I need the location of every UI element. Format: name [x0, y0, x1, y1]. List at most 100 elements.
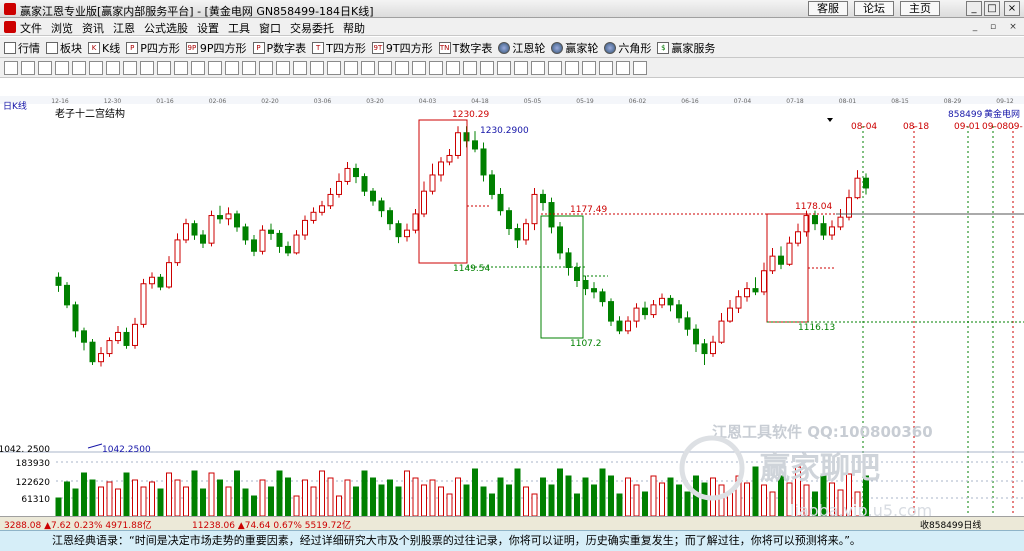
drawing-tool-button[interactable] [174, 61, 188, 75]
drawing-tool-button[interactable] [412, 61, 426, 75]
drawing-tool-button[interactable] [293, 61, 307, 75]
drawing-tool-button[interactable] [259, 61, 273, 75]
menu-formula[interactable]: 公式选股 [144, 20, 188, 36]
link-forum[interactable]: 论坛 [854, 1, 894, 16]
candle-body [829, 226, 835, 236]
minimize-button[interactable]: _ [966, 1, 982, 16]
drawing-tool-button[interactable] [548, 61, 562, 75]
menu-gann[interactable]: 江恩 [113, 20, 135, 36]
candle-body [234, 213, 240, 228]
volume-bar [132, 479, 138, 516]
volume-bar [251, 495, 257, 516]
price-axis-label: 1042. 2500 [0, 445, 50, 455]
drawing-tool-button[interactable] [378, 61, 392, 75]
close-button[interactable]: × [1004, 1, 1020, 16]
drawing-tool-button[interactable] [242, 61, 256, 75]
volume-bar [404, 470, 410, 516]
drawing-tool-button[interactable] [514, 61, 528, 75]
drawing-tool-button[interactable] [106, 61, 120, 75]
link-customer-service[interactable]: 客服 [808, 1, 848, 16]
tool-9t-square[interactable]: 9T 9T四方形 [371, 40, 433, 56]
drawing-tool-button[interactable] [310, 61, 324, 75]
drawing-tool-button[interactable] [344, 61, 358, 75]
candle-body [217, 215, 223, 220]
menu-help[interactable]: 帮助 [343, 20, 365, 36]
tool-p-square[interactable]: P P四方形 [126, 40, 180, 56]
menu-trade[interactable]: 交易委托 [290, 20, 334, 36]
drawing-tool-button[interactable] [599, 61, 613, 75]
menu-settings[interactable]: 设置 [197, 20, 219, 36]
drawing-tool-button[interactable] [276, 61, 290, 75]
tool-quotes[interactable]: 行情 [4, 40, 40, 56]
drawing-tool-button[interactable] [72, 61, 86, 75]
drawing-tool-button[interactable] [55, 61, 69, 75]
candle-body [191, 223, 198, 236]
tool-9p-square[interactable]: 9P 9P四方形 [185, 40, 247, 56]
candle-body [438, 161, 444, 176]
drawing-tool-button[interactable] [38, 61, 52, 75]
drawing-tool-button[interactable] [4, 61, 18, 75]
drawing-tool-button[interactable] [497, 61, 511, 75]
child-minimize-button[interactable]: _ [968, 21, 982, 34]
menu-tools[interactable]: 工具 [228, 20, 250, 36]
drawing-tool-button[interactable] [225, 61, 239, 75]
drawing-tool-button[interactable] [395, 61, 409, 75]
drawing-tool-button[interactable] [565, 61, 579, 75]
drawing-tool-button[interactable] [21, 61, 35, 75]
volume-bar [259, 479, 266, 516]
tool-t-digit[interactable]: TN T数字表 [438, 40, 492, 56]
candle-body [157, 276, 164, 288]
drawing-tool-button[interactable] [123, 61, 137, 75]
drawing-tool-button[interactable] [582, 61, 596, 75]
tool-t-square[interactable]: T T四方形 [312, 40, 366, 56]
drawing-tool-button[interactable] [89, 61, 103, 75]
menu-browse[interactable]: 浏览 [51, 20, 73, 36]
tool-kline[interactable]: K K线 [88, 40, 120, 56]
tool-hexagon[interactable]: 六角形 [604, 40, 651, 56]
hexagon-icon [604, 42, 617, 54]
candle-body [200, 234, 206, 244]
drawing-tool-button[interactable] [446, 61, 460, 75]
drawing-tool-button[interactable] [633, 61, 647, 75]
volume-bar [98, 486, 104, 516]
price-label-right-high: 1178.04 [795, 202, 832, 212]
drawing-tool-button[interactable] [361, 61, 375, 75]
volume-bar [268, 486, 274, 516]
link-homepage[interactable]: 主页 [900, 1, 940, 16]
menu-news[interactable]: 资讯 [82, 20, 104, 36]
drawing-tool-button[interactable] [531, 61, 545, 75]
dollar-icon: $ [657, 42, 670, 54]
tool-winner-wheel[interactable]: 赢家轮 [551, 40, 598, 56]
drawing-tool-button[interactable] [463, 61, 477, 75]
drawing-tool-button[interactable] [208, 61, 222, 75]
volume-bar [310, 486, 317, 516]
drawing-tool-button[interactable] [429, 61, 443, 75]
tool-gann-wheel[interactable]: 江恩轮 [498, 40, 545, 56]
child-close-button[interactable]: × [1006, 21, 1020, 34]
candle-body [667, 297, 674, 306]
volume-bar [276, 470, 283, 516]
menu-window[interactable]: 窗口 [259, 20, 281, 36]
drawing-tool-button[interactable] [140, 61, 154, 75]
candle-body [599, 291, 606, 303]
drawing-tool-button[interactable] [327, 61, 341, 75]
watermark-logo-text: 赢家聊吧 [760, 451, 880, 486]
tool-service[interactable]: $ 赢家服务 [657, 40, 715, 56]
candle-body [64, 284, 70, 306]
kline-chart[interactable]: 12-16 12-30 01-16 02-06 02-20 03-06 03-20 04-03… [0, 96, 1024, 516]
volume-bar [591, 484, 597, 516]
candle-body [591, 288, 597, 293]
child-restore-button[interactable]: ▫ [986, 21, 1000, 34]
drawing-tool-button[interactable] [191, 61, 205, 75]
tool-p-digit[interactable]: P P数字表 [252, 40, 306, 56]
tool-sectors[interactable]: 板块 [46, 40, 82, 56]
volume-bar [472, 468, 478, 516]
candle-body [285, 245, 291, 254]
candle-body [523, 223, 529, 241]
maximize-button[interactable]: □ [984, 1, 1000, 16]
menu-file[interactable]: 文件 [20, 20, 42, 36]
candle-body [387, 210, 393, 225]
drawing-tool-button[interactable] [616, 61, 630, 75]
drawing-tool-button[interactable] [480, 61, 494, 75]
drawing-tool-button[interactable] [157, 61, 171, 75]
